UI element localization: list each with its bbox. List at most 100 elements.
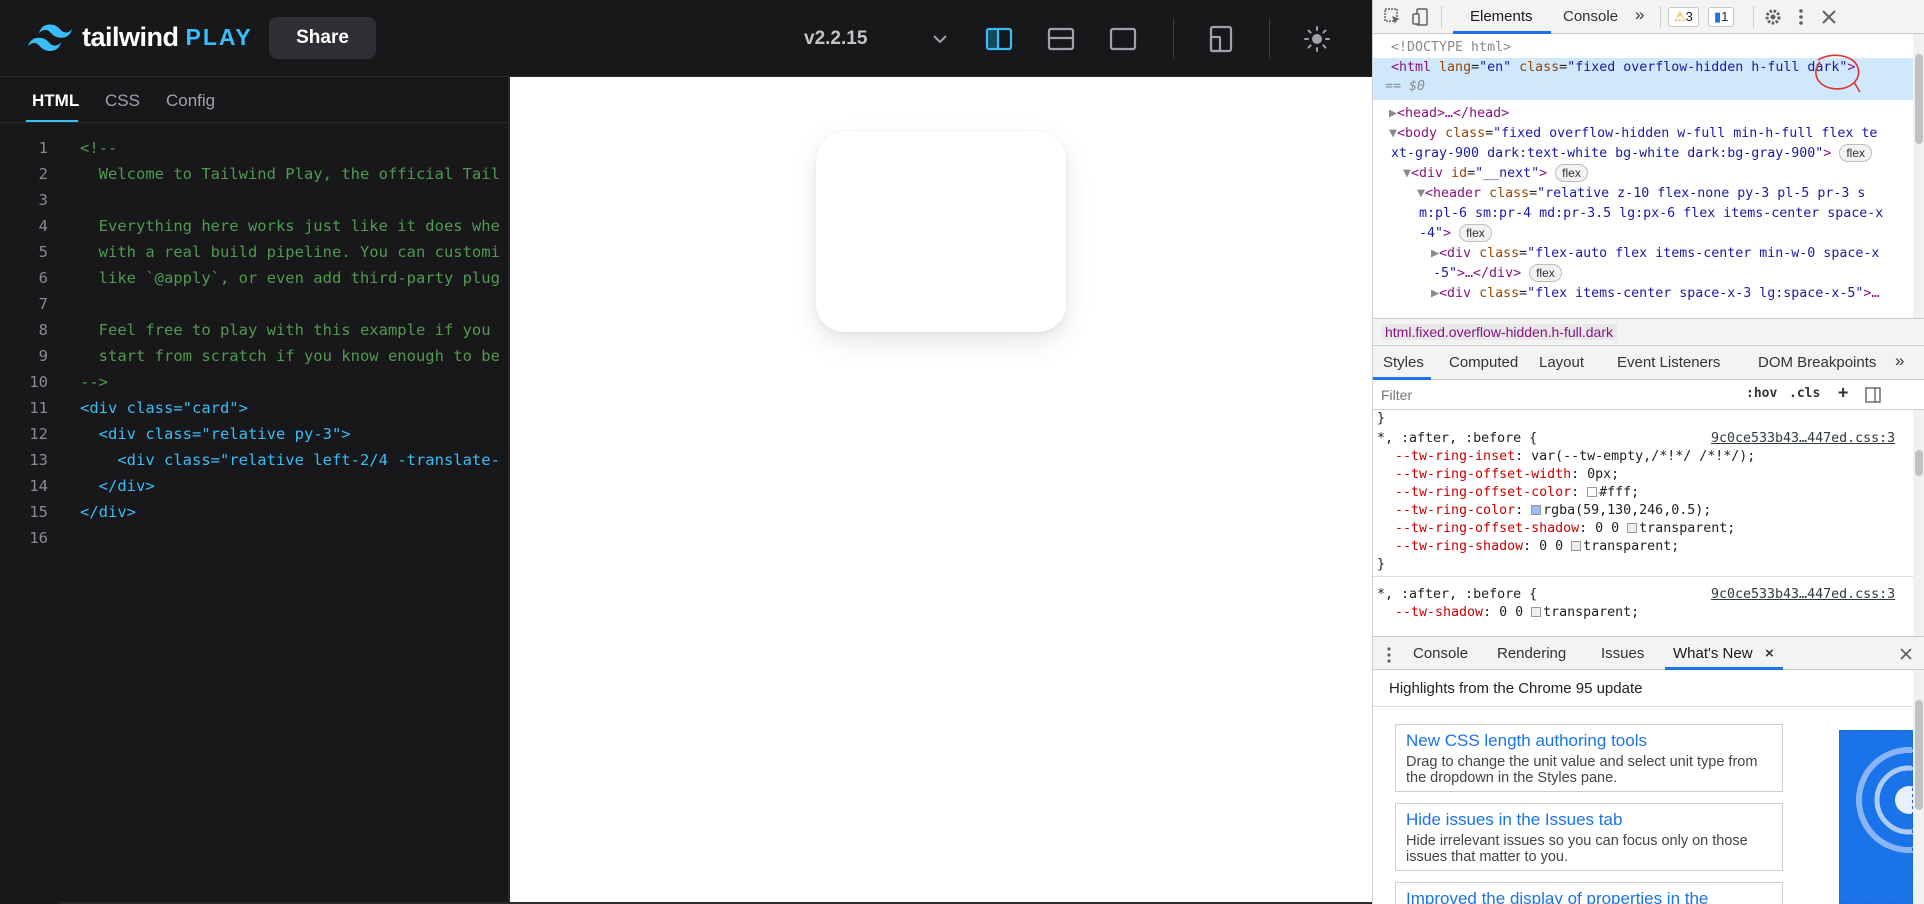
head-node[interactable]: ▶<head>…</head> bbox=[1389, 104, 1509, 124]
feature-title-link[interactable]: Improved the display of properties in th… bbox=[1406, 888, 1772, 904]
line-text: Feel free to play with this example if y… bbox=[80, 321, 491, 339]
messages-badge[interactable]: ▮1 bbox=[1708, 7, 1735, 27]
sun-theme-icon[interactable] bbox=[1302, 24, 1332, 54]
flex-badge[interactable]: flex bbox=[1839, 144, 1873, 162]
collapse-triangle-icon[interactable]: ▼ bbox=[1403, 166, 1411, 181]
responsive-toggle-icon[interactable] bbox=[1206, 24, 1236, 54]
color-swatch[interactable] bbox=[1531, 607, 1542, 617]
styles-scrollbar[interactable] bbox=[1913, 410, 1924, 636]
rule-property[interactable]: --tw-ring-offset-width: 0px; bbox=[1395, 466, 1619, 484]
new-rule-icon[interactable]: + bbox=[1838, 383, 1848, 403]
drawer-tab-console[interactable]: Console bbox=[1413, 645, 1468, 662]
expand-triangle-icon[interactable]: ▶ bbox=[1431, 286, 1439, 301]
close-drawer-icon[interactable] bbox=[1899, 647, 1913, 661]
color-swatch[interactable] bbox=[1627, 523, 1638, 533]
scrollbar-thumb[interactable] bbox=[1915, 450, 1923, 476]
warnings-badge[interactable]: ⚠3 bbox=[1668, 7, 1699, 27]
device-toolbar-icon[interactable] bbox=[1411, 7, 1431, 27]
collapse-triangle-icon[interactable]: ▼ bbox=[1417, 186, 1425, 201]
code-line: 3 bbox=[0, 187, 509, 213]
feature-card[interactable]: New CSS length authoring tools Drag to c… bbox=[1395, 724, 1783, 792]
rule-source-link[interactable]: 9c0ce533b43…447ed.css:3 bbox=[1711, 430, 1895, 448]
line-number: 4 bbox=[38, 217, 48, 235]
tab-html[interactable]: HTML bbox=[32, 91, 79, 111]
flex-badge[interactable]: flex bbox=[1459, 224, 1492, 242]
tab-css[interactable]: CSS bbox=[105, 91, 140, 111]
rule-property[interactable]: --tw-ring-shadow: 0 0 transparent; bbox=[1395, 538, 1679, 556]
code-editor-pane[interactable]: HTML CSS Config 1 <!-- 2 Welcome to Tailw… bbox=[0, 77, 509, 904]
play-header: tailwind PLAY Share v2.2.15 bbox=[0, 0, 1372, 77]
tab-elements[interactable]: Elements bbox=[1470, 8, 1533, 25]
class-toggle-button[interactable]: .cls bbox=[1789, 386, 1820, 401]
rule-property[interactable]: --tw-shadow: 0 0 transparent; bbox=[1395, 604, 1639, 622]
rule-property[interactable]: --tw-ring-offset-color: #fff; bbox=[1395, 484, 1639, 502]
toolbar-divider bbox=[1660, 6, 1661, 28]
rule-selector[interactable]: *, :after, :before { bbox=[1377, 586, 1537, 604]
whats-new-scrollbar[interactable] bbox=[1913, 670, 1924, 904]
header-node[interactable]: ▼<header class="relative z-10 flex-none … bbox=[1417, 184, 1865, 204]
feature-title-link[interactable]: New CSS length authoring tools bbox=[1406, 730, 1772, 752]
html-node[interactable]: <html lang="en" class="fixed overflow-hi… bbox=[1391, 58, 1855, 78]
rule-property[interactable]: --tw-ring-inset: var(--tw-empty,/*!*/ /*… bbox=[1395, 448, 1755, 466]
tab-config[interactable]: Config bbox=[166, 91, 215, 111]
tab-computed[interactable]: Computed bbox=[1449, 354, 1518, 371]
color-swatch[interactable] bbox=[1587, 487, 1598, 497]
expand-triangle-icon[interactable]: ▶ bbox=[1431, 246, 1439, 261]
chevron-down-icon[interactable] bbox=[930, 30, 950, 48]
drawer-tab-rendering[interactable]: Rendering bbox=[1497, 645, 1566, 662]
inspect-element-icon[interactable] bbox=[1383, 7, 1403, 27]
feature-card[interactable]: Hide issues in the Issues tab Hide irrel… bbox=[1395, 803, 1783, 871]
color-swatch[interactable] bbox=[1531, 505, 1542, 515]
settings-gear-icon[interactable] bbox=[1763, 7, 1783, 27]
more-tabs-button[interactable]: » bbox=[1635, 5, 1644, 25]
styles-filter-input[interactable] bbox=[1381, 385, 1621, 405]
div-node[interactable]: ▶<div class="flex-auto flex items-center… bbox=[1431, 244, 1879, 264]
more-options-icon[interactable] bbox=[1791, 7, 1811, 27]
div-node[interactable]: ▶<div class="flex items-center space-x-3… bbox=[1431, 284, 1879, 304]
flex-badge[interactable]: flex bbox=[1555, 164, 1588, 182]
tailwind-play-logo[interactable]: tailwind PLAY bbox=[28, 22, 253, 53]
tab-layout[interactable]: Layout bbox=[1539, 354, 1584, 371]
more-tabs-button[interactable]: » bbox=[1895, 351, 1904, 371]
rule-property[interactable]: --tw-ring-color: rgba(59,130,246,0.5); bbox=[1395, 502, 1711, 520]
code-area[interactable]: 1 <!-- 2 Welcome to Tailwind Play, the of… bbox=[0, 135, 509, 904]
close-devtools-icon[interactable] bbox=[1819, 7, 1839, 27]
tab-event-listeners[interactable]: Event Listeners bbox=[1617, 354, 1720, 371]
body-node[interactable]: ▼<body class="fixed overflow-hidden w-fu… bbox=[1389, 124, 1877, 144]
next-div-node[interactable]: ▼<div id="__next"> flex bbox=[1403, 164, 1588, 184]
style-rules[interactable]: } *, :after, :before { 9c0ce533b43…447ed… bbox=[1373, 410, 1913, 636]
hover-state-button[interactable]: :hov bbox=[1746, 386, 1777, 401]
close-tab-icon[interactable]: × bbox=[1765, 645, 1774, 662]
drawer-menu-icon[interactable] bbox=[1383, 646, 1395, 664]
version-select[interactable]: v2.2.15 bbox=[804, 28, 867, 50]
expand-triangle-icon[interactable]: ▶ bbox=[1389, 106, 1397, 121]
drawer-tab-whats-new[interactable]: What's New bbox=[1673, 645, 1753, 662]
layout-preview-only-icon[interactable] bbox=[1108, 24, 1138, 54]
layout-vertical-split-icon[interactable] bbox=[984, 24, 1014, 54]
color-swatch[interactable] bbox=[1571, 541, 1582, 551]
feature-title-link[interactable]: Hide issues in the Issues tab bbox=[1406, 809, 1772, 831]
scrollbar-thumb[interactable] bbox=[1915, 54, 1923, 144]
dom-tree[interactable]: <!DOCTYPE html> <html lang="en" class="f… bbox=[1373, 34, 1913, 318]
tab-dom-breakpoints[interactable]: DOM Breakpoints bbox=[1758, 354, 1876, 371]
breadcrumb-item[interactable]: html.fixed.overflow-hidden.h-full.dark bbox=[1381, 324, 1617, 340]
flex-badge[interactable]: flex bbox=[1529, 264, 1562, 282]
body-class-value-cont: xt-gray-900 dark:text-white bg-white dar… bbox=[1391, 146, 1824, 161]
doctype-node[interactable]: <!DOCTYPE html> bbox=[1391, 38, 1511, 58]
collapse-triangle-icon[interactable]: ▼ bbox=[1389, 126, 1397, 141]
layout-horizontal-split-icon[interactable] bbox=[1046, 24, 1076, 54]
rule-source-link[interactable]: 9c0ce533b43…447ed.css:3 bbox=[1711, 586, 1895, 604]
share-button[interactable]: Share bbox=[269, 17, 376, 59]
rule-property[interactable]: --tw-ring-offset-shadow: 0 0 transparent… bbox=[1395, 520, 1735, 538]
toggle-sidebar-icon[interactable] bbox=[1865, 387, 1881, 403]
dom-scrollbar[interactable] bbox=[1913, 34, 1924, 318]
toolbar-divider bbox=[1441, 6, 1442, 28]
rule-selector[interactable]: *, :after, :before { bbox=[1377, 430, 1537, 448]
tab-styles[interactable]: Styles bbox=[1383, 354, 1424, 371]
tab-console[interactable]: Console bbox=[1563, 8, 1618, 25]
header-class-attr: class bbox=[1489, 186, 1530, 201]
scrollbar-thumb[interactable] bbox=[1915, 700, 1923, 810]
feature-card[interactable]: Improved the display of properties in th… bbox=[1395, 882, 1783, 904]
line-text: <!-- bbox=[80, 139, 118, 157]
drawer-tab-issues[interactable]: Issues bbox=[1601, 645, 1644, 662]
